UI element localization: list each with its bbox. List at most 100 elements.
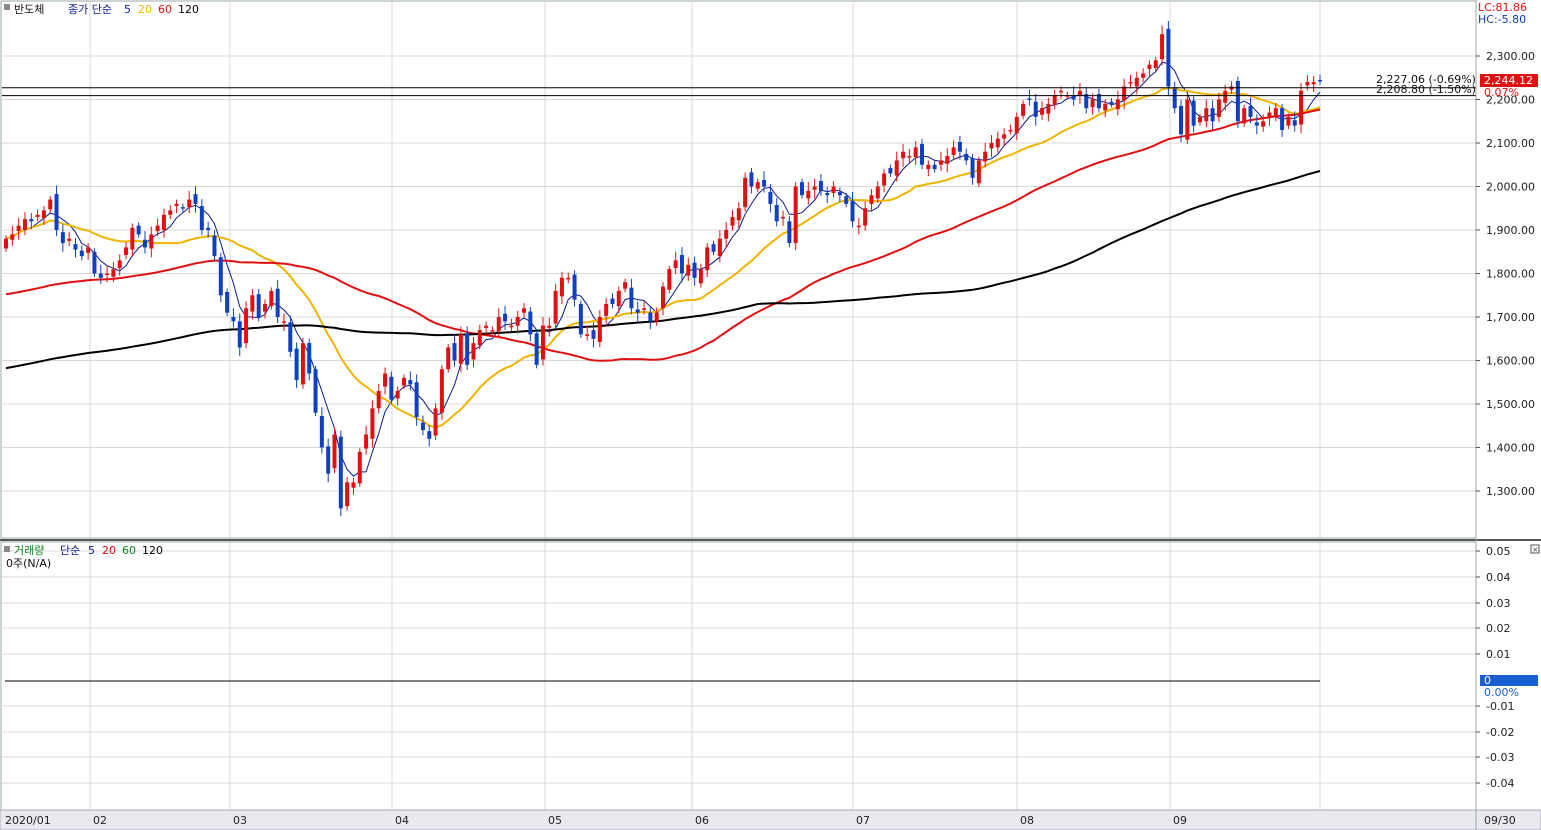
candle-body [629, 287, 634, 309]
price-ma-5: 5 [124, 3, 131, 16]
price-tick-label: 2,100.00 [1486, 137, 1535, 150]
candle-body [736, 208, 741, 221]
candle-body [376, 390, 381, 409]
candle-body [863, 208, 868, 226]
candle-body [623, 282, 628, 289]
candle-body [130, 227, 135, 250]
candle-body [1261, 121, 1266, 127]
candle-body [534, 333, 539, 365]
candle-body [818, 181, 823, 191]
candle-body [913, 147, 918, 158]
volume-ma-60: 60 [122, 544, 136, 557]
candle-body [212, 235, 217, 257]
candle-body [433, 408, 438, 436]
candle-body [781, 216, 786, 219]
candle-body [503, 313, 508, 322]
candle-body [1210, 108, 1215, 122]
candle-body [1090, 99, 1095, 108]
candle-body [408, 380, 413, 385]
candle-body [1040, 108, 1045, 115]
volume-menu-icon[interactable] [4, 546, 10, 552]
candle-body [401, 377, 406, 386]
candle-body [206, 227, 211, 230]
candle-body [218, 257, 223, 296]
candle-body [193, 194, 198, 204]
candle-body [749, 172, 754, 187]
candle-body [496, 317, 501, 332]
candle-body [370, 408, 375, 439]
candle-body [439, 369, 444, 413]
candle-body [92, 251, 97, 274]
candle-body [888, 168, 893, 174]
candle-body [970, 158, 975, 178]
candle-body [187, 199, 192, 208]
candle-body [920, 144, 925, 165]
candle-body [894, 160, 899, 176]
candle-body [149, 234, 154, 249]
candle-body [951, 147, 956, 155]
candle-body [1002, 134, 1007, 139]
candle-body [1311, 82, 1316, 85]
volume-ma-20: 20 [102, 544, 116, 557]
candle-body [48, 199, 53, 210]
candle-body [294, 348, 299, 381]
candle-body [1242, 108, 1247, 124]
candle-body [332, 434, 337, 469]
price-tick-label: 1,600.00 [1486, 355, 1535, 368]
candle-body [1235, 81, 1240, 122]
candle-body [686, 264, 691, 276]
price-tick-label: 1,300.00 [1486, 485, 1535, 498]
candle-body [793, 186, 798, 244]
volume-current-pct: 0.00% [1484, 686, 1519, 699]
x-axis-label: 02 [93, 814, 107, 827]
candle-body [420, 422, 425, 431]
candle-body [351, 482, 356, 488]
price-ma-20: 20 [138, 3, 152, 16]
volume-tick-label: -0.02 [1486, 726, 1514, 739]
price-tick-label: 1,900.00 [1486, 224, 1535, 237]
candle-body [357, 451, 362, 484]
candle-body [1191, 100, 1196, 126]
candle-body [1153, 60, 1158, 68]
candle-body [105, 273, 110, 275]
x-axis-label: 05 [548, 814, 562, 827]
stock-chart[interactable]: 2,300.002,200.002,100.002,000.001,900.00… [0, 0, 1541, 830]
candle-body [414, 382, 419, 418]
chart-window: 2,300.00 2,200.00 2,100.00 2,000.00 1,900.00… [0, 0, 1541, 830]
candle-body [679, 255, 684, 274]
candle-body [837, 191, 842, 196]
candle-body [1160, 34, 1165, 60]
candle-body [945, 156, 950, 164]
candle-body [1267, 112, 1272, 118]
x-axis-label: 06 [695, 814, 709, 827]
candle-body [698, 269, 703, 284]
candle-body [774, 204, 779, 222]
candle-body [73, 244, 78, 250]
candle-body [1305, 82, 1310, 86]
candle-body [705, 247, 710, 271]
candle-body [692, 262, 697, 278]
candle-body [427, 431, 432, 439]
candle-body [648, 312, 653, 322]
candle-body [1273, 108, 1278, 117]
candle-body [1046, 103, 1051, 114]
candle-body [547, 325, 552, 328]
candle-body [484, 325, 489, 328]
candle-body [957, 141, 962, 152]
candle-body [1109, 101, 1114, 104]
candle-body [1292, 120, 1297, 126]
volume-ma-label: 단순 [60, 544, 80, 557]
candle-body [604, 303, 609, 316]
candle-body [250, 295, 255, 312]
panel-menu-icon[interactable] [4, 4, 10, 10]
candle-body [41, 210, 46, 219]
candle-body [1280, 108, 1285, 130]
candle-body [98, 273, 103, 278]
candle-body [806, 190, 811, 199]
candle-body [225, 291, 230, 313]
candle-body [54, 194, 59, 230]
volume-tick-label: -0.04 [1486, 777, 1514, 790]
candle-body [938, 160, 943, 165]
x-axis-label: 09 [1173, 814, 1187, 827]
candle-body [755, 182, 760, 189]
